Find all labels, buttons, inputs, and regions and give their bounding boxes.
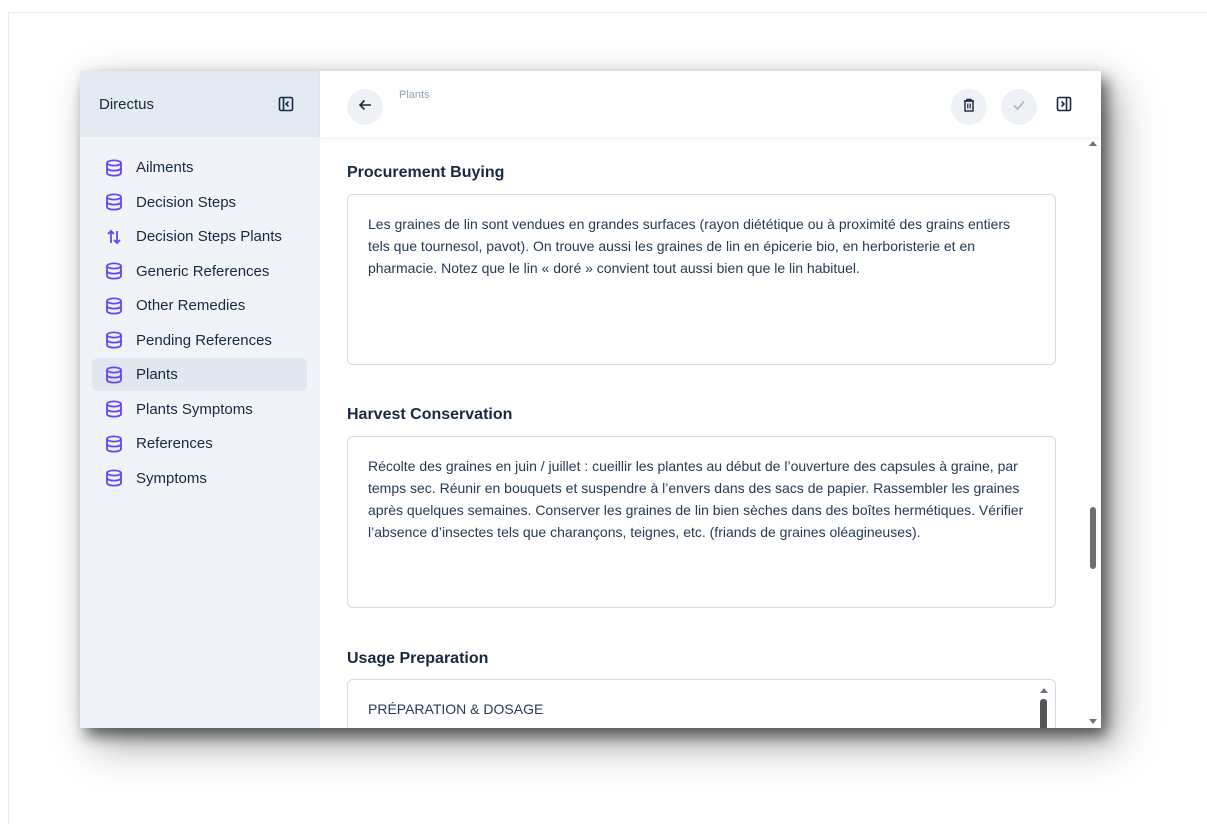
- sidebar-item-plants[interactable]: Plants: [92, 358, 307, 391]
- sidebar-item-label: Plants Symptoms: [136, 400, 253, 418]
- sidebar-item-ailments[interactable]: Ailments: [92, 151, 307, 184]
- check-icon: [1012, 98, 1026, 117]
- sidebar-item-decision-steps-plants[interactable]: Decision Steps Plants: [92, 220, 307, 253]
- database-icon: [104, 261, 124, 281]
- editor-scrollbar[interactable]: [1039, 688, 1049, 728]
- sidebar-header: Directus: [80, 71, 320, 137]
- sidebar-item-plants-symptoms[interactable]: Plants Symptoms: [92, 393, 307, 426]
- usage-preparation-label: Usage Preparation: [347, 650, 489, 667]
- scrollbar-thumb[interactable]: [1090, 507, 1096, 569]
- procurement-buying-textarea[interactable]: Les graines de lin sont vendues en grand…: [347, 194, 1056, 365]
- toggle-info-sidebar-button[interactable]: [1054, 96, 1074, 116]
- database-icon: [104, 192, 124, 212]
- scrollbar-thumb[interactable]: [1040, 699, 1047, 728]
- database-icon: [104, 399, 124, 419]
- sidebar-item-label: Pending References: [136, 331, 272, 349]
- delete-button[interactable]: [951, 89, 987, 125]
- sidebar-item-label: Symptoms: [136, 469, 207, 487]
- arrow-left-icon: [358, 98, 372, 117]
- sidebar-item-label: Ailments: [136, 159, 194, 176]
- save-button[interactable]: [1001, 89, 1037, 125]
- project-name: Directus: [99, 95, 155, 113]
- database-icon: [104, 434, 124, 454]
- navigation-sidebar: Directus Ailments Decision Steps Decisio…: [80, 71, 320, 728]
- import-export-icon: [104, 227, 124, 247]
- sidebar-item-label: Plants: [136, 366, 178, 383]
- sidebar-item-decision-steps[interactable]: Decision Steps: [92, 186, 307, 219]
- usage-preparation-text: PRÉPARATION & DOSAGE: [368, 701, 544, 717]
- sidebar-item-label: References: [136, 435, 213, 452]
- database-icon: [104, 365, 124, 385]
- page-scrollbar[interactable]: [1085, 137, 1101, 728]
- sidebar-item-other-remedies[interactable]: Other Remedies: [92, 289, 307, 322]
- database-icon: [104, 296, 124, 316]
- procurement-buying-label: Procurement Buying: [347, 164, 505, 181]
- sidebar-item-label: Other Remedies: [136, 297, 246, 314]
- usage-preparation-editor[interactable]: PRÉPARATION & DOSAGE: [347, 679, 1056, 728]
- sidebar-item-label: Decision Steps Plants: [136, 228, 282, 245]
- sidebar-item-generic-references[interactable]: Generic References: [92, 255, 307, 288]
- item-detail-main: Plants Procurement Buying Les graines de…: [320, 71, 1101, 728]
- sidebar-item-label: Decision Steps: [136, 193, 237, 211]
- collection-list: Ailments Decision Steps Decision Steps P…: [80, 137, 320, 495]
- database-icon: [104, 468, 124, 488]
- database-icon: [104, 330, 124, 350]
- sidebar-right-icon: [1056, 96, 1072, 117]
- harvest-conservation-label: Harvest Conservation: [347, 406, 513, 423]
- breadcrumb[interactable]: Plants: [399, 89, 430, 101]
- scroll-up-arrow[interactable]: [1040, 688, 1048, 693]
- sidebar-item-symptoms[interactable]: Symptoms: [92, 462, 307, 495]
- database-icon: [104, 158, 124, 178]
- scroll-down-arrow[interactable]: [1089, 719, 1097, 724]
- app-window: Directus Ailments Decision Steps Decisio…: [80, 71, 1101, 728]
- harvest-conservation-textarea[interactable]: Récolte des graines en juin / juillet : …: [347, 436, 1056, 608]
- scroll-up-arrow[interactable]: [1089, 141, 1097, 146]
- collapse-sidebar-icon[interactable]: [278, 96, 294, 112]
- header-bar: Plants: [320, 71, 1101, 137]
- trash-icon: [962, 98, 976, 117]
- sidebar-item-pending-references[interactable]: Pending References: [92, 324, 307, 357]
- form-content: Procurement Buying Les graines de lin so…: [320, 137, 1085, 728]
- sidebar-item-label: Generic References: [136, 262, 270, 280]
- back-button[interactable]: [347, 89, 383, 125]
- sidebar-item-references[interactable]: References: [92, 427, 307, 460]
